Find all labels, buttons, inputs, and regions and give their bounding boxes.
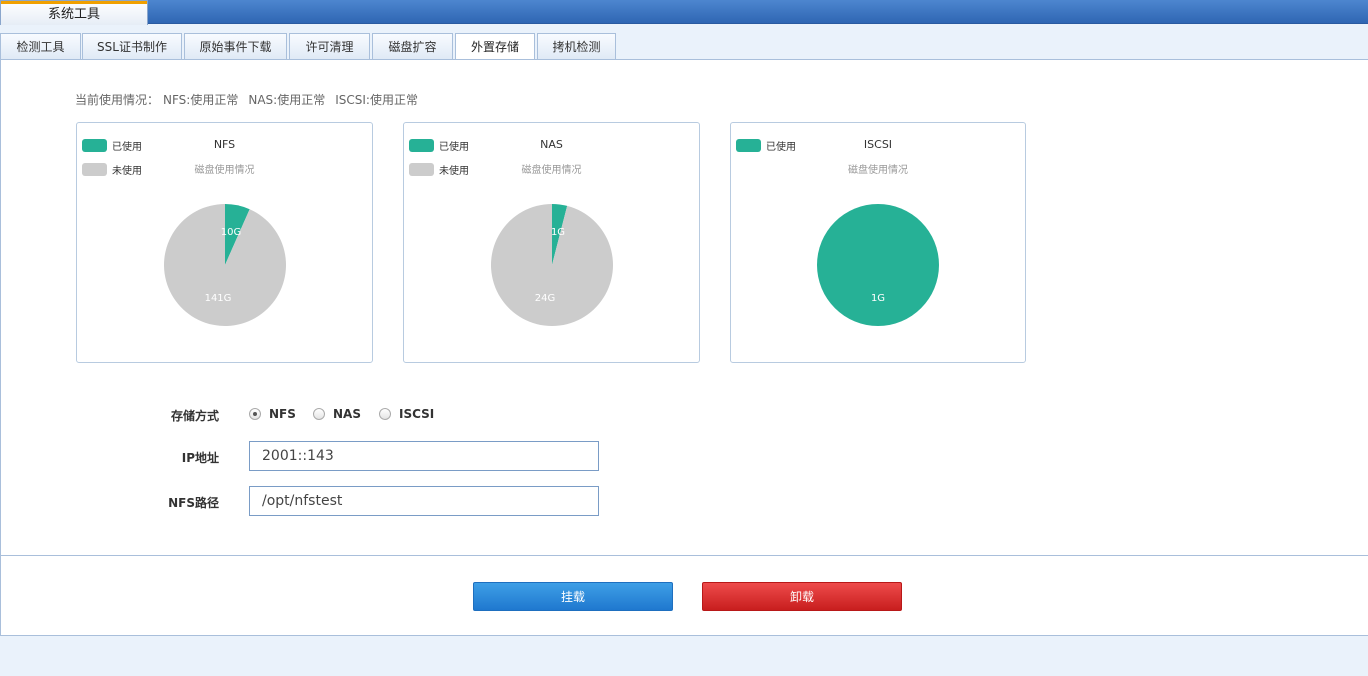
nfs-usage-card: 已使用 未使用 NFS 磁盘使用情况 10G 141G xyxy=(76,122,373,363)
nas-usage-card: 已使用 未使用 NAS 磁盘使用情况 1G 24G xyxy=(403,122,700,363)
status-nfs: NFS:使用正常 xyxy=(163,93,239,107)
tab-disk-expansion[interactable]: 磁盘扩容 xyxy=(372,33,453,60)
pie-label-used: 1G xyxy=(551,227,565,238)
radio-nas-label: NAS xyxy=(333,407,361,421)
status-prefix: 当前使用情况： xyxy=(75,93,160,107)
radio-nfs[interactable]: NFS xyxy=(249,407,296,421)
nfs-path-input[interactable]: /opt/nfstest xyxy=(249,486,599,516)
iscsi-usage-card: 已使用 ISCSI 磁盘使用情况 1G xyxy=(730,122,1026,363)
mount-button[interactable]: 挂载 xyxy=(473,582,673,611)
top-banner xyxy=(0,0,1368,24)
tab-raw-event-download[interactable]: 原始事件下载 xyxy=(184,33,287,60)
section-divider xyxy=(1,555,1368,556)
pie-slice-unused[interactable] xyxy=(491,204,613,326)
nas-pie-chart: 1G 24G xyxy=(491,204,613,326)
status-nas: NAS:使用正常 xyxy=(248,93,326,107)
usage-status: 当前使用情况： NFS:使用正常 NAS:使用正常 ISCSI:使用正常 xyxy=(75,91,428,108)
ip-address-label: IP地址 xyxy=(181,451,219,465)
radio-iscsi-label: ISCSI xyxy=(399,407,435,421)
radio-iscsi-indicator[interactable] xyxy=(379,408,391,420)
radio-nfs-label: NFS xyxy=(269,407,296,421)
nfs-pie-chart: 10G 141G xyxy=(163,204,286,326)
window-title-tab[interactable]: 系统工具 xyxy=(0,0,148,25)
tab-external-storage[interactable]: 外置存储 xyxy=(455,33,535,61)
nfs-path-label: NFS路径 xyxy=(168,496,219,510)
pie-label-unused: 141G xyxy=(205,293,232,304)
radio-nas[interactable]: NAS xyxy=(313,407,361,421)
pie-slice-used[interactable] xyxy=(817,204,939,326)
tab-detection-tools[interactable]: 检测工具 xyxy=(0,33,81,60)
pie-label-used: 10G xyxy=(221,227,241,238)
pie-label-unused: 24G xyxy=(535,293,555,304)
radio-nas-indicator[interactable] xyxy=(313,408,325,420)
radio-nfs-indicator[interactable] xyxy=(249,408,261,420)
tab-ssl-certificate[interactable]: SSL证书制作 xyxy=(82,33,182,60)
tab-license-cleanup[interactable]: 许可清理 xyxy=(289,33,370,60)
iscsi-pie-chart: 1G xyxy=(817,204,939,326)
pie-slice-unused[interactable] xyxy=(163,204,286,326)
pie-label-used: 1G xyxy=(871,293,885,304)
radio-iscsi[interactable]: ISCSI xyxy=(379,407,434,421)
storage-mode-label: 存储方式 xyxy=(170,409,219,423)
status-iscsi: ISCSI:使用正常 xyxy=(335,93,418,107)
unmount-button[interactable]: 卸载 xyxy=(702,582,902,611)
external-storage-panel: 当前使用情况： NFS:使用正常 NAS:使用正常 ISCSI:使用正常 已使用 未使… xyxy=(0,60,1368,636)
ip-address-input[interactable]: 2001::143 xyxy=(249,441,599,471)
tab-burn-in-test[interactable]: 拷机检测 xyxy=(537,33,616,60)
